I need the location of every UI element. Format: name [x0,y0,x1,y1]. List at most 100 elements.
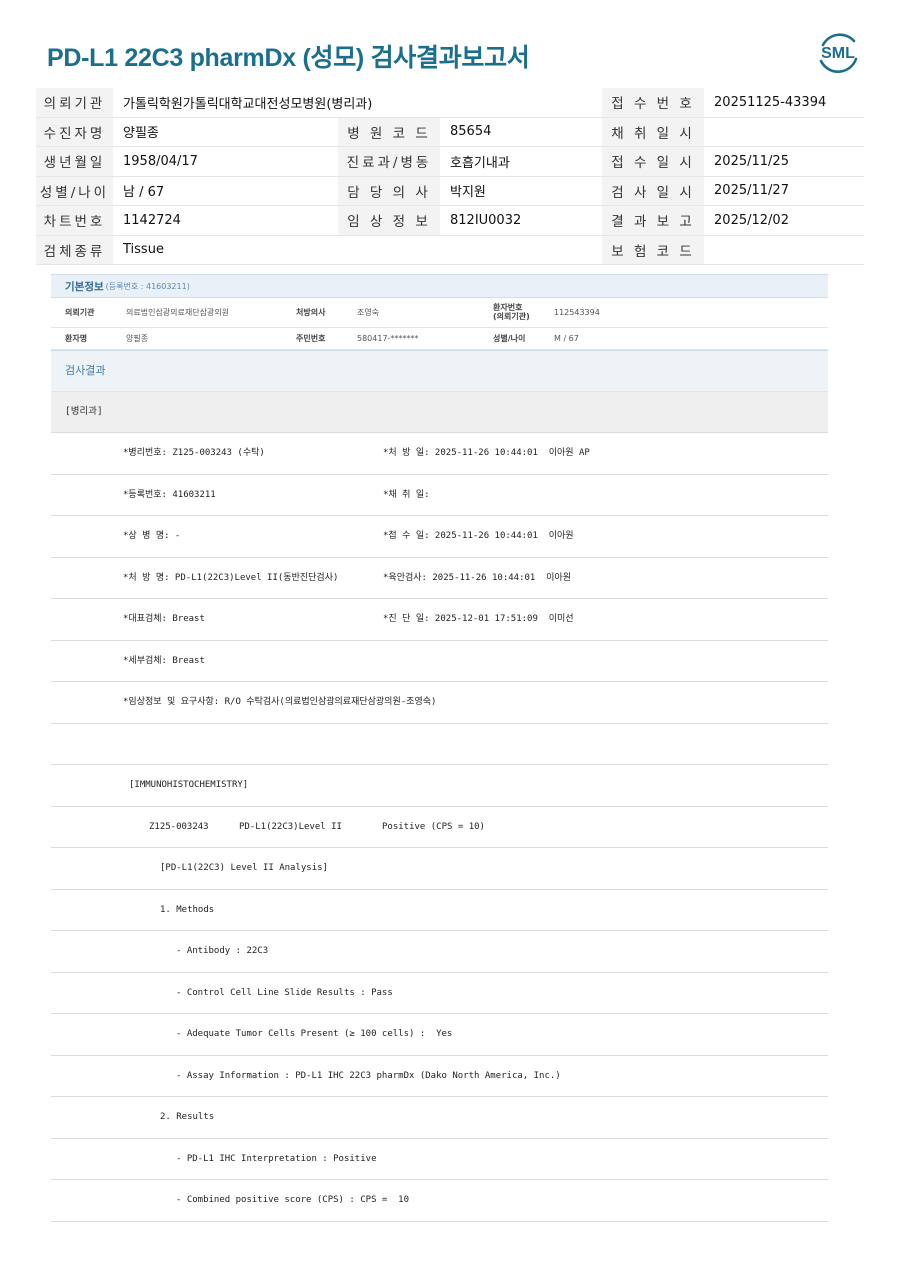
report-blank-row [51,724,828,765]
pathology-department-header: [병리과] [51,392,828,433]
basic-label-prescriber: 처방의사 [296,308,326,317]
value-specimen-type: Tissue [113,235,603,265]
value-test-date: 2025/11/27 [704,176,865,206]
basic-value-patient-name: 양필종 [126,334,149,343]
field-main-specimen: *대표검체: Breast [123,614,205,624]
field-prescription-name: *처 방 명: PD-L1(22C3)Level II(동반진단검사) [123,572,339,583]
methods-heading: 1. Methods [160,904,215,915]
field-prescription-date: *처 방 일: 2025-11-26 10:44:01 이아원 AP [383,448,590,458]
value-receipt-number: 20251125-43394 [704,88,865,118]
value-sex-age: 남 / 67 [113,176,338,206]
label-receipt-number: 접 수 번 호 [602,88,705,118]
value-insurance-code [704,235,865,265]
sml-logo: SML [812,28,864,76]
basic-value-sex-age: M / 67 [554,334,579,343]
patient-row: 생년월일 1958/04/17 진료과/병동 호흡기내과 접 수 일 시 202… [36,146,865,177]
value-doctor: 박지원 [440,176,603,206]
basic-label-sex-age: 성별/나이 [493,334,526,343]
field-gross-exam: *육안검사: 2025-11-26 10:44:01 이아원 [383,572,572,583]
label-hospital-code: 병 원 코 드 [338,117,440,147]
report-field-row: *등록번호: 41603211 *채 취 일: [51,475,828,516]
ihc-header: [IMMUNOHISTOCHEMISTRY] [129,780,249,790]
field-receipt-date: *접 수 일: 2025-11-26 10:44:01 이아원 [383,531,574,541]
value-department: 호흡기내과 [440,146,603,177]
value-receipt-date: 2025/11/25 [704,146,865,177]
basic-value-prescriber: 조영숙 [357,308,380,317]
label-doctor: 담 당 의 사 [338,176,440,206]
value-hospital-code: 85654 [440,117,603,147]
report-line: - Assay Information : PD-L1 IHC 22C3 pha… [51,1056,828,1097]
field-pathology-number: *병리번호: Z125-003243 (수탁) [123,448,265,458]
field-diagnosis-date: *진 단 일: 2025-12-01 17:51:09 이미선 [383,614,574,624]
field-registration-number: *등록번호: 41603211 [123,489,216,500]
report-line: 1. Methods [51,890,828,931]
label-requesting-institution: 의뢰기관 [36,88,113,118]
report-field-row: *상 병 명: - *접 수 일: 2025-11-26 10:44:01 이아… [51,516,828,558]
label-insurance-code: 보 험 코 드 [602,235,705,265]
report-line: [IMMUNOHISTOCHEMISTRY] [51,765,828,807]
method-assay-info: - Assay Information : PD-L1 IHC 22C3 pha… [176,1070,561,1081]
label-sex-age: 성별/나이 [36,176,113,206]
report-line: - PD-L1 IHC Interpretation : Positive [51,1139,828,1180]
value-result-report: 2025/12/02 [704,205,865,236]
basic-label-patient-number-2: (의뢰기관) [493,312,530,321]
basic-label-patient-number: 환자번호 (의뢰기관) [493,303,530,321]
report-line: 2. Results [51,1097,828,1139]
method-control: - Control Cell Line Slide Results : Pass [176,987,393,998]
method-adequate-cells: - Adequate Tumor Cells Present (≥ 100 ce… [176,1029,453,1039]
result-interpretation: - PD-L1 IHC Interpretation : Positive [176,1153,377,1164]
field-diagnosis-name: *상 병 명: - [123,531,181,541]
method-antibody: - Antibody : 22C3 [176,946,269,956]
basic-info-registration: (등록번호 : 41603211) [105,281,190,291]
basic-label-patient-number-1: 환자번호 [493,303,523,312]
label-birth-date: 생년월일 [36,146,113,177]
field-sub-specimen: *세부검체: Breast [123,655,205,666]
label-receipt-date: 접 수 일 시 [602,146,705,177]
report-line: - Combined positive score (CPS) : CPS = … [51,1180,828,1222]
label-department: 진료과/병동 [338,146,440,177]
value-patient-name: 양필종 [113,117,338,147]
logo-text: SML [821,45,855,62]
patient-row: 차트번호 1142724 임 상 정 보 812IU0032 결 과 보 고 2… [36,205,865,236]
report-line: - Adequate Tumor Cells Present (≥ 100 ce… [51,1014,828,1056]
document-title: PD-L1 22C3 pharmDx (성모) 검사결과보고서 [47,44,530,72]
field-clinical-request: *임상정보 및 요구사항: R/O 수탁검사(의료법인삼광의료재단삼광의원-조영… [123,697,437,707]
patient-row: 수진자명 양필종 병 원 코 드 85654 채 취 일 시 [36,117,865,147]
analysis-header: [PD-L1(22C3) Level II Analysis] [160,863,328,873]
label-result-report: 결 과 보 고 [602,205,705,236]
value-collection-date [704,117,865,147]
result-cps: - Combined positive score (CPS) : CPS = … [176,1195,409,1205]
pathology-report: 기본정보 (등록번호 : 41603211) 의뢰기관 의료법인삼광의료재단삼광… [51,274,828,1222]
basic-label-resident-number: 주민번호 [296,334,326,343]
value-requesting-institution: 가톨릭학원가톨릭대학교대전성모병원(병리과) [113,88,603,118]
basic-label-patient-name: 환자명 [65,334,88,343]
value-birth-date: 1958/04/17 [113,146,338,177]
patient-row: 의뢰기관 가톨릭학원가톨릭대학교대전성모병원(병리과) 접 수 번 호 2025… [36,88,865,118]
basic-info-row: 의뢰기관 의료법인삼광의료재단삼광의원 처방의사 조영숙 환자번호 (의뢰기관) … [51,298,828,328]
summary-id: Z125-003243 [149,821,209,832]
result-section-header: 검사결과 [51,350,828,392]
label-collection-date: 채 취 일 시 [602,117,705,147]
label-chart-number: 차트번호 [36,205,113,236]
field-collection-date: *채 취 일: [383,489,430,500]
label-specimen-type: 검체종류 [36,235,113,265]
label-clinical-info: 임 상 정 보 [338,205,440,236]
label-patient-name: 수진자명 [36,117,113,147]
basic-value-institution: 의료법인삼광의료재단삼광의원 [126,308,230,317]
basic-info-row: 환자명 양필종 주민번호 580417-******* 성별/나이 M / 67 [51,328,828,350]
report-field-row: *임상정보 및 요구사항: R/O 수탁검사(의료법인삼광의료재단삼광의원-조영… [51,682,828,724]
report-line: [PD-L1(22C3) Level II Analysis] [51,848,828,890]
label-test-date: 검 사 일 시 [602,176,705,206]
report-line: - Control Cell Line Slide Results : Pass [51,973,828,1014]
patient-info-table: 의뢰기관 가톨릭학원가톨릭대학교대전성모병원(병리과) 접 수 번 호 2025… [36,88,865,265]
basic-value-resident-number: 580417-******* [357,334,419,343]
report-line: - Antibody : 22C3 [51,931,828,973]
report-field-row: *세부검체: Breast [51,641,828,682]
patient-row: 검체종류 Tissue 보 험 코 드 [36,235,865,265]
results-heading: 2. Results [160,1112,215,1122]
value-clinical-info: 812IU0032 [440,205,603,236]
report-field-row: *대표검체: Breast *진 단 일: 2025-12-01 17:51:0… [51,599,828,641]
report-field-row: *병리번호: Z125-003243 (수탁) *처 방 일: 2025-11-… [51,433,828,475]
basic-info-bar: 기본정보 (등록번호 : 41603211) [51,274,828,298]
value-chart-number: 1142724 [113,205,338,236]
